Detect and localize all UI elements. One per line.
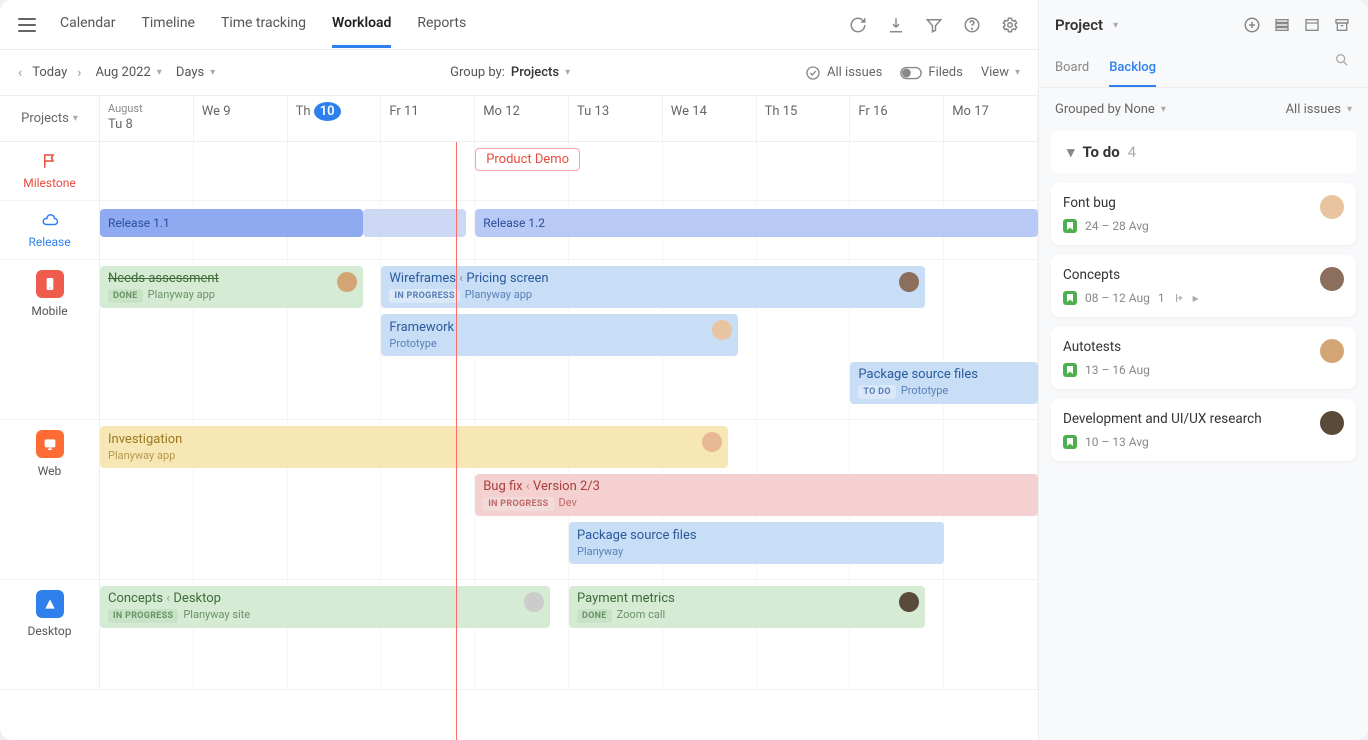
task-payment-metrics[interactable]: Payment metrics DONEZoom call — [569, 586, 925, 628]
task-framework[interactable]: Framework Prototype — [381, 314, 737, 356]
bookmark-icon — [1063, 219, 1077, 233]
card-title: Font bug — [1063, 195, 1344, 211]
main-tabs: Calendar Timeline Time tracking Workload… — [60, 1, 466, 48]
card-date: 24 – 28 Avg — [1085, 219, 1149, 233]
projects-column-header[interactable]: Projects▾ — [0, 96, 100, 141]
all-issues-toggle[interactable]: All issues — [805, 65, 882, 81]
side-all-issues[interactable]: All issues▾ — [1286, 102, 1352, 117]
groupby-selector[interactable]: Projects▾ — [511, 65, 570, 80]
chevron-down-icon[interactable]: ▾ — [1113, 20, 1118, 31]
prev-period[interactable]: ‹ — [18, 65, 22, 81]
task-release-11-extend — [363, 209, 466, 237]
month-selector[interactable]: Aug 2022▾ — [95, 65, 161, 80]
task-needs-assessment[interactable]: Needs assessment DONEPlanyway app — [100, 266, 363, 308]
day-header: Th 15 — [757, 96, 851, 141]
day-header: Mo 12 — [475, 96, 569, 141]
menu-toggle[interactable] — [18, 18, 36, 32]
mobile-icon — [36, 270, 64, 298]
avatar — [1320, 339, 1344, 363]
list-view-icon[interactable] — [1272, 15, 1292, 35]
side-title[interactable]: Project — [1055, 16, 1103, 34]
day-header: We 14 — [663, 96, 757, 141]
grouped-by-selector[interactable]: Grouped by None▾ — [1055, 102, 1166, 117]
group-header-todo[interactable]: ▾ To do 4 — [1051, 135, 1356, 169]
download-icon[interactable] — [886, 15, 906, 35]
fields-toggle[interactable]: Fileds — [900, 65, 962, 80]
avatar — [1320, 411, 1344, 435]
row-label-release: Release — [28, 235, 70, 249]
cloud-icon — [41, 211, 59, 229]
web-icon — [36, 430, 64, 458]
card-date: 13 – 16 Aug — [1085, 363, 1150, 377]
row-label-desktop: Desktop — [28, 624, 72, 638]
tab-timeline[interactable]: Timeline — [142, 1, 195, 48]
backlog-card[interactable]: Font bug 24 – 28 Avg — [1051, 183, 1356, 245]
settings-icon[interactable] — [1000, 15, 1020, 35]
task-bugfix[interactable]: Bug fix ‹ Version 2/3 IN PROGRESSDev — [475, 474, 1038, 516]
backlog-card[interactable]: Development and UI/UX research 10 – 13 A… — [1051, 399, 1356, 461]
day-header: We 9 — [194, 96, 288, 141]
task-wireframes[interactable]: Wireframes ‹ Pricing screen IN PROGRESSP… — [381, 266, 925, 308]
flag-icon — [41, 152, 59, 170]
avatar — [1320, 195, 1344, 219]
panel-view-icon[interactable] — [1302, 15, 1322, 35]
search-icon[interactable] — [1332, 50, 1352, 70]
backlog-card[interactable]: Concepts 08 – 12 Aug 1 ▸ — [1051, 255, 1356, 317]
bookmark-icon — [1063, 291, 1077, 305]
tab-timetracking[interactable]: Time tracking — [221, 1, 306, 48]
card-title: Autotests — [1063, 339, 1344, 355]
tab-reports[interactable]: Reports — [417, 1, 466, 48]
day-header: Tu 13 — [569, 96, 663, 141]
task-package-source-1[interactable]: Package source files TO DOPrototype — [850, 362, 1038, 404]
task-package-source-2[interactable]: Package source files Planyway — [569, 522, 944, 564]
groupby-label: Group by: — [450, 65, 505, 80]
current-time-marker — [456, 142, 457, 740]
card-date: 10 – 13 Avg — [1085, 435, 1149, 449]
row-label-web: Web — [38, 464, 62, 478]
tab-workload[interactable]: Workload — [332, 1, 391, 48]
day-header: Mo 17 — [944, 96, 1038, 141]
view-selector[interactable]: View▾ — [981, 65, 1020, 80]
day-header: AugustTu 8 — [100, 96, 194, 141]
avatar — [337, 272, 357, 292]
task-release-11[interactable]: Release 1.1 — [100, 209, 363, 237]
card-title: Concepts — [1063, 267, 1344, 283]
card-title: Development and UI/UX research — [1063, 411, 1344, 427]
day-header: Fr 16 — [850, 96, 944, 141]
refresh-icon[interactable] — [848, 15, 868, 35]
filter-icon[interactable] — [924, 15, 944, 35]
card-date: 08 – 12 Aug — [1085, 291, 1150, 305]
row-label-milestone: Milestone — [23, 176, 76, 190]
row-label-mobile: Mobile — [31, 304, 67, 318]
chevron-down-icon: ▾ — [1067, 143, 1075, 161]
avatar — [712, 320, 732, 340]
avatar — [1320, 267, 1344, 291]
next-period[interactable]: › — [77, 65, 81, 81]
bookmark-icon — [1063, 363, 1077, 377]
backlog-card[interactable]: Autotests 13 – 16 Aug — [1051, 327, 1356, 389]
desktop-icon — [36, 590, 64, 618]
tab-calendar[interactable]: Calendar — [60, 1, 116, 48]
today-button[interactable]: Today — [32, 65, 67, 80]
help-icon[interactable] — [962, 15, 982, 35]
day-header: Fr 11 — [381, 96, 475, 141]
add-icon[interactable] — [1242, 15, 1262, 35]
side-tab-board[interactable]: Board — [1055, 50, 1089, 87]
task-release-12[interactable]: Release 1.2 — [475, 209, 1038, 237]
archive-icon[interactable] — [1332, 15, 1352, 35]
side-tab-backlog[interactable]: Backlog — [1109, 50, 1156, 87]
task-concepts[interactable]: Concepts ‹ Desktop IN PROGRESSPlanyway s… — [100, 586, 550, 628]
task-investigation[interactable]: Investigation Planyway app — [100, 426, 728, 468]
milestone-product-demo[interactable]: Product Demo — [475, 148, 580, 171]
day-header: Th 10 — [288, 96, 382, 141]
bookmark-icon — [1063, 435, 1077, 449]
unit-selector[interactable]: Days▾ — [176, 65, 215, 80]
